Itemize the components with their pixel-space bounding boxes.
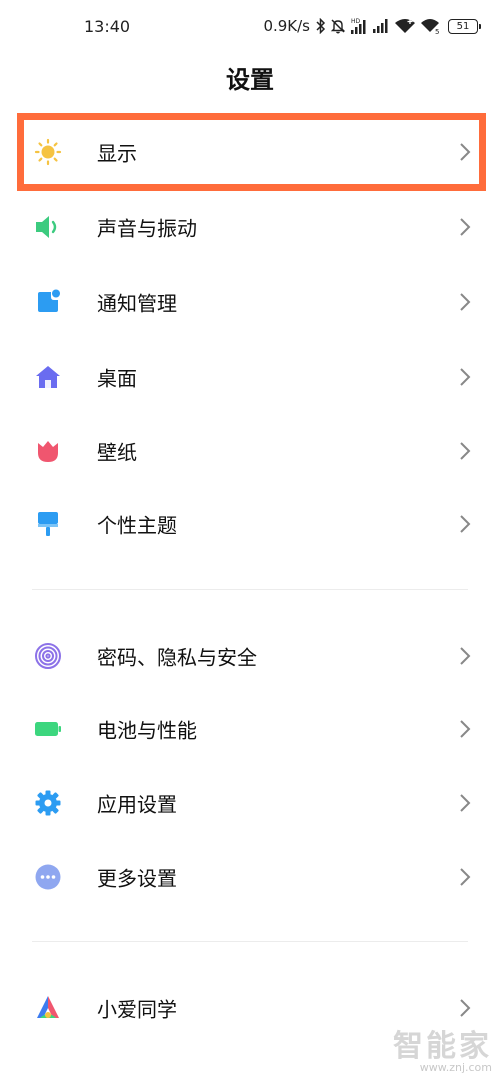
chevron-right-icon xyxy=(460,218,471,236)
watermark: 智能家 www.znj.com xyxy=(393,1021,492,1074)
settings-item-label: 电池与性能 xyxy=(97,718,197,743)
gear-icon xyxy=(34,789,62,817)
more-icon xyxy=(34,863,62,891)
chevron-right-icon xyxy=(460,293,471,311)
battery-level: 51 xyxy=(456,20,470,32)
settings-item-label: 通知管理 xyxy=(97,291,177,316)
wifi-5g-icon: 5 xyxy=(421,19,439,34)
home-icon xyxy=(34,363,62,391)
status-bar: 13:40 0.9K/s HD 5 51 xyxy=(0,0,500,52)
settings-item-label: 更多设置 xyxy=(97,866,177,891)
tulip-icon xyxy=(34,437,62,465)
chevron-right-icon xyxy=(460,368,471,386)
settings-item-themes[interactable]: 个性主题 xyxy=(0,490,500,558)
highlight-box xyxy=(17,113,486,191)
settings-item-label: 声音与振动 xyxy=(97,216,197,241)
settings-item-desktop[interactable]: 桌面 xyxy=(0,343,500,411)
xiaoai-icon xyxy=(34,994,62,1022)
fingerprint-icon xyxy=(34,642,62,670)
settings-item-battery[interactable]: 电池与性能 xyxy=(0,695,500,763)
battery-indicator: 51 xyxy=(448,18,481,34)
settings-item-wallpaper[interactable]: 壁纸 xyxy=(0,417,500,485)
page-title: 设置 xyxy=(226,66,274,94)
mute-icon xyxy=(330,19,346,34)
chevron-right-icon xyxy=(460,442,471,460)
signal-icon xyxy=(373,19,388,33)
speaker-icon xyxy=(34,213,62,241)
chevron-right-icon xyxy=(460,868,471,886)
settings-item-sound[interactable]: 声音与振动 xyxy=(0,193,500,261)
wifi-icon xyxy=(395,19,415,33)
brush-icon xyxy=(34,510,62,538)
net-speed: 0.9K/s xyxy=(263,17,310,35)
settings-item-label: 个性主题 xyxy=(97,513,177,538)
hd-signal-icon: HD xyxy=(351,18,366,34)
chevron-right-icon xyxy=(460,720,471,738)
settings-item-label: 壁纸 xyxy=(97,440,137,465)
battery-icon xyxy=(34,715,62,743)
settings-item-apps[interactable]: 应用设置 xyxy=(0,769,500,837)
status-icons: 0.9K/s HD 5 51 xyxy=(263,14,481,38)
settings-item-notifications[interactable]: 通知管理 xyxy=(0,268,500,336)
section-divider xyxy=(32,589,468,590)
notification-icon xyxy=(34,288,62,316)
watermark-text: 智能家 xyxy=(393,1029,492,1064)
settings-item-label: 应用设置 xyxy=(97,792,177,817)
svg-text:5: 5 xyxy=(435,28,439,34)
settings-item-security[interactable]: 密码、隐私与安全 xyxy=(0,622,500,690)
chevron-right-icon xyxy=(460,999,471,1017)
svg-text:HD: HD xyxy=(351,18,361,25)
bluetooth-icon xyxy=(316,18,326,34)
settings-item-more[interactable]: 更多设置 xyxy=(0,843,500,911)
chevron-right-icon xyxy=(460,647,471,665)
section-divider xyxy=(32,941,468,942)
settings-item-label: 小爱同学 xyxy=(97,997,177,1022)
chevron-right-icon xyxy=(460,515,471,533)
settings-item-label: 密码、隐私与安全 xyxy=(97,645,257,670)
settings-item-label: 桌面 xyxy=(97,366,137,391)
status-time: 13:40 xyxy=(84,17,131,36)
chevron-right-icon xyxy=(460,794,471,812)
